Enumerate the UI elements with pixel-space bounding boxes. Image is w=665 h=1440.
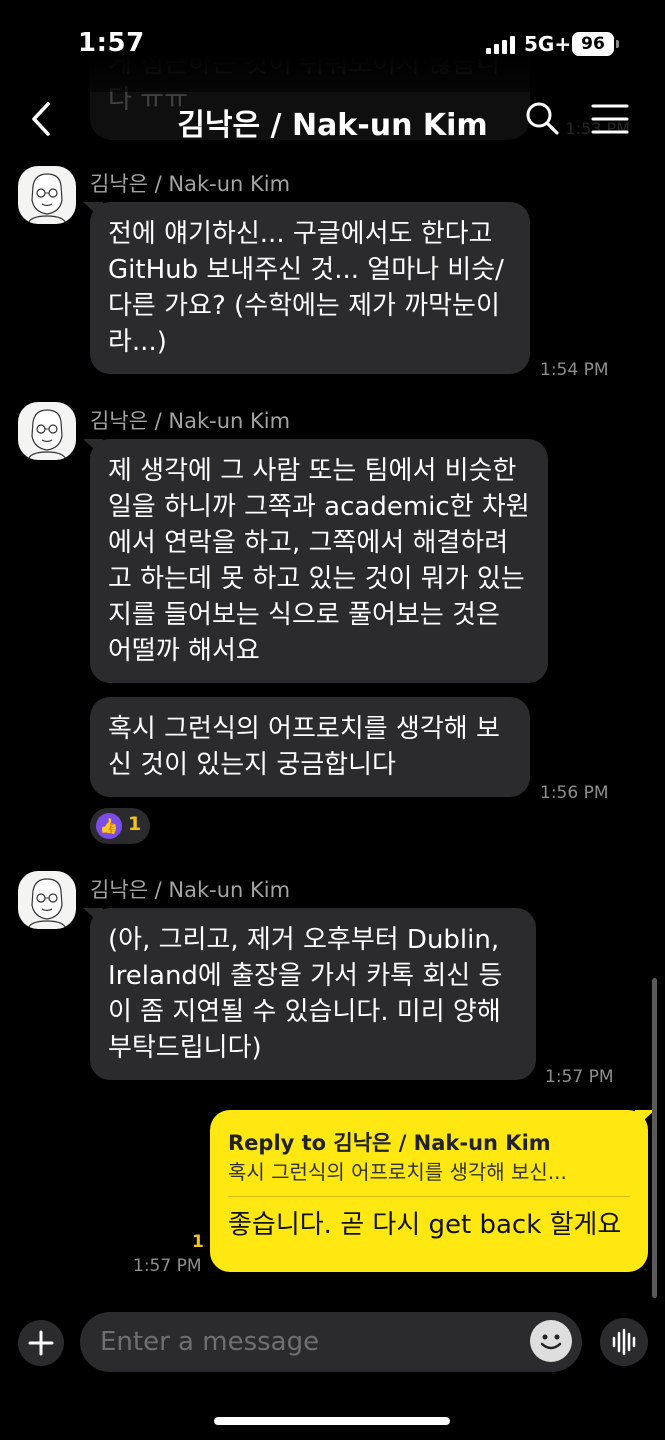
message-bubble[interactable]: 제 생각에 그 사람 또는 팀에서 비슷한 일을 하니까 그쪽과 academi… [90, 439, 548, 683]
plus-icon [28, 1330, 54, 1356]
message-time: 1:56 PM [540, 783, 609, 803]
emoji-button[interactable] [530, 1320, 572, 1362]
my-message-time: 1:57 PM [133, 1256, 202, 1276]
reply-quote[interactable]: 혹시 그런식의 어프로치를 생각해 보신... [228, 1158, 630, 1197]
avatar-sketch-icon [27, 409, 67, 460]
status-time: 1:57 [78, 28, 145, 58]
chat-header: 김낙은 / Nak-un Kim [0, 92, 665, 148]
my-message-text: 좋습니다. 곧 다시 get back 할게요 [228, 1210, 622, 1240]
message-time: 1:57 PM [545, 1067, 614, 1087]
network-type: 5G+ [524, 32, 572, 56]
avatar[interactable] [18, 871, 76, 929]
home-indicator[interactable] [214, 1417, 450, 1425]
message-bubble[interactable]: (아, 그리고, 제거 오후부터 Dublin, Ireland에 출장을 가서… [90, 908, 536, 1080]
my-reply-bubble[interactable]: Reply to 김낙은 / Nak-un Kim 혹시 그런식의 어프로치를 … [210, 1110, 648, 1272]
sender-name: 김낙은 / Nak-un Kim [90, 878, 291, 902]
avatar[interactable] [18, 402, 76, 460]
attach-plus-button[interactable] [18, 1320, 64, 1366]
cellular-signal-icon [486, 36, 516, 54]
chat-title[interactable]: 김낙은 / Nak-un Kim [0, 100, 665, 144]
battery-icon: 96 [572, 32, 619, 56]
message-bubble[interactable]: 혹시 그런식의 어프로치를 생각해 보신 것이 있는지 궁금합니다 [90, 697, 530, 797]
avatar-sketch-icon [27, 173, 67, 224]
reaction-count: 1 [128, 813, 142, 835]
message-bubble[interactable]: 전에 얘기하신... 구글에서도 한다고 GitHub 보내주신 것... 얼마… [90, 202, 530, 374]
reply-to-label: Reply to 김낙은 / Nak-un Kim [228, 1131, 551, 1155]
message-time: 1:54 PM [540, 360, 609, 380]
voice-waveform-icon [612, 1328, 636, 1356]
avatar-sketch-icon [27, 878, 67, 929]
unread-count: 1 [192, 1232, 204, 1252]
smiley-icon [540, 1334, 562, 1350]
scrollbar[interactable] [652, 978, 657, 1298]
sender-name: 김낙은 / Nak-un Kim [90, 172, 291, 196]
sender-name: 김낙은 / Nak-un Kim [90, 409, 291, 433]
message-input[interactable]: Enter a message [80, 1312, 582, 1372]
status-bar: 1:57 5G+ 96 [0, 0, 665, 92]
reaction-badge[interactable]: 👍 1 [90, 808, 150, 844]
voice-button[interactable] [600, 1318, 648, 1366]
menu-icon[interactable] [590, 102, 630, 136]
thumbs-up-icon: 👍 [96, 813, 122, 839]
avatar[interactable] [18, 166, 76, 224]
search-icon[interactable] [522, 98, 562, 138]
